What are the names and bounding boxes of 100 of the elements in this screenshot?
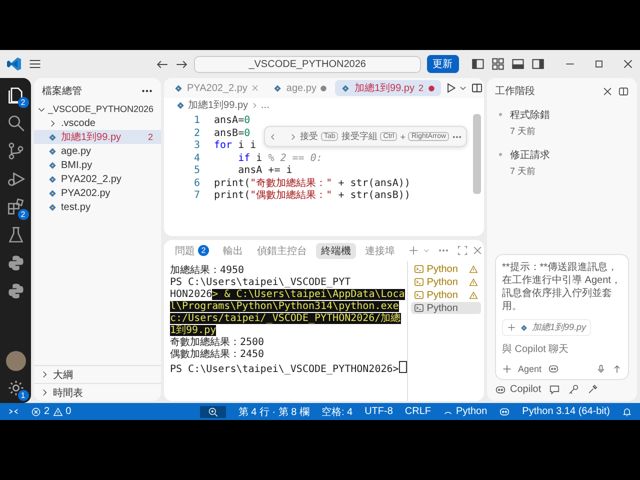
encoding-status[interactable]: UTF-8 (364, 406, 393, 417)
comment-icon[interactable] (549, 384, 560, 395)
microphone-icon[interactable] (596, 364, 606, 374)
zoom-icon[interactable] (208, 406, 218, 416)
session-item[interactable]: 程式除錯 7 天前 (510, 108, 550, 138)
python-file-icon (341, 84, 350, 92)
key-icon[interactable] (568, 384, 580, 395)
chevron-down-icon[interactable] (458, 84, 466, 92)
panel-tab[interactable]: 偵錯主控台 (252, 242, 312, 258)
editor-tab[interactable]: 加總1到99.py 2 (335, 80, 440, 96)
breadcrumb-item[interactable]: 加總1到99.py (188, 98, 248, 112)
customize-layout-icon[interactable] (490, 57, 505, 71)
terminal-list-item[interactable]: Python (410, 289, 481, 301)
layout-icon[interactable] (618, 86, 629, 96)
code-line: for i i (214, 140, 256, 152)
folder-item[interactable]: .vscode (34, 116, 161, 130)
blocks-icon[interactable] (6, 198, 24, 216)
menu-icon[interactable] (28, 57, 42, 71)
cursor-position[interactable]: 第 4 行 · 第 8 欄 (238, 404, 310, 418)
vscode-logo-icon[interactable] (6, 56, 22, 72)
agent-mode-button[interactable]: Agent (518, 364, 542, 374)
restore-icon[interactable] (592, 58, 605, 70)
section-header[interactable]: 時間表 (34, 383, 161, 401)
problems-status[interactable]: 2 0 (31, 406, 72, 417)
count-badge: 1 (18, 390, 28, 401)
search-field[interactable]: _VSCODE_PYTHON2026 (194, 56, 421, 72)
warning-icon (469, 264, 478, 274)
close-icon[interactable] (622, 58, 634, 70)
terminal-list-item[interactable]: Python (410, 276, 481, 288)
session-time: 7 天前 (510, 165, 537, 178)
code-line: print("偶數加總結果：" + str(ansB)) (214, 190, 410, 202)
python-logo-icon[interactable] (6, 254, 24, 272)
toggle-secondary-sidebar-icon[interactable] (530, 57, 545, 71)
previous-icon[interactable] (269, 132, 277, 140)
tools-icon[interactable] (587, 384, 598, 395)
file-item[interactable]: PYA202.py (34, 186, 161, 200)
terminal-list-item[interactable]: Python (410, 263, 481, 275)
error-icon (31, 406, 41, 416)
panel-title: 檔案總管 (42, 84, 82, 98)
line-number: 1 (192, 115, 200, 128)
file-item[interactable]: PYA202_2.py (34, 172, 161, 186)
python-logo-icon[interactable] (6, 282, 24, 300)
panel-tab[interactable]: 問題 2 (170, 242, 214, 258)
terminal-icon (414, 277, 424, 287)
panel-tab[interactable]: 連接埠 (360, 242, 400, 258)
chevron-right-icon (251, 102, 258, 108)
toggle-sidebar-icon[interactable] (470, 57, 485, 71)
branch-icon[interactable] (6, 142, 24, 160)
file-item[interactable]: 加總1到99.py 2 (34, 130, 161, 144)
send-arrow-icon[interactable] (612, 364, 622, 374)
close-icon[interactable] (602, 86, 613, 96)
update-button[interactable]: 更新 (426, 55, 459, 73)
indentation-status[interactable]: 空格: 4 (321, 404, 353, 418)
editor-tab[interactable]: age.py (267, 80, 334, 96)
warning-icon (469, 278, 478, 286)
plus-icon[interactable] (507, 323, 516, 332)
file-item[interactable]: test.py (34, 200, 161, 214)
session-title: 程式除錯 (510, 108, 550, 122)
python-file-icon (176, 100, 185, 110)
plus-icon[interactable] (502, 364, 512, 374)
flask-icon[interactable] (6, 226, 24, 244)
session-time: 7 天前 (510, 125, 537, 138)
session-item[interactable]: 修正請求 7 天前 (510, 148, 550, 178)
line-number: 7 (192, 190, 200, 202)
split-editor-icon[interactable] (470, 82, 482, 94)
python-file-icon (48, 160, 57, 170)
folder-row[interactable]: _VSCODE_PYTHON2026 (34, 102, 161, 116)
line-ending-status[interactable]: CRLF (404, 406, 432, 417)
next-icon[interactable] (289, 132, 297, 140)
hint-text: **提示：**傳送跟進訊息，在工作進行中引導 Agent，訊息會依序排入佇列並套用。 (502, 261, 622, 313)
files-icon[interactable] (6, 86, 24, 104)
settings-icon[interactable] (6, 379, 24, 397)
bell-icon[interactable] (622, 406, 632, 416)
python-file-icon (48, 174, 57, 184)
terminal-list-item[interactable]: Python (410, 302, 481, 314)
breadcrumb-item[interactable]: ... (261, 100, 270, 110)
maximize-icon[interactable] (457, 245, 468, 256)
avatar[interactable] (6, 351, 26, 371)
file-attachment[interactable]: 加總1到99.py (502, 319, 592, 336)
accept-link[interactable]: 接受 (300, 130, 318, 143)
interpreter-status[interactable]: Python 3.14 (64-bit) (522, 406, 610, 417)
plus-icon[interactable] (408, 245, 419, 256)
copilot-icon[interactable] (548, 363, 559, 374)
remote-icon[interactable] (8, 406, 19, 417)
language-status[interactable]: Python (443, 406, 488, 417)
copilot-icon[interactable] (499, 406, 510, 417)
panel-tab[interactable]: 輸出 (218, 242, 248, 258)
accept-word-link[interactable]: 接受字組 (341, 130, 378, 143)
toggle-panel-icon[interactable] (510, 57, 525, 71)
python-file-icon (273, 84, 282, 92)
panel-tab[interactable]: 終端機 (316, 242, 356, 258)
file-item[interactable]: age.py (34, 144, 161, 158)
search-icon[interactable] (6, 114, 24, 132)
editor-tab[interactable]: PYA202_2.py (168, 80, 266, 96)
section-header[interactable]: 大綱 (34, 365, 161, 383)
bullet-icon (499, 153, 502, 156)
file-item[interactable]: BMI.py (34, 158, 161, 172)
terminal-output: 加總結果：4950 PS C:\Users\taipei\_VSCODE_PYT HON2026> & C:\Users\taipei\AppData\Loca l\Programs\Python\Python314\python.exe c:/Users/taipei/_VSCODE_PYTHON2026/加總 1到99.py 奇數加總結果：2500 偶數加總結果：2450 PS C:\Users\taipei\_VSCODE_PYTHON2026> (169, 264, 407, 377)
run-icon[interactable] (444, 82, 456, 94)
play-bug-icon[interactable] (6, 170, 24, 188)
